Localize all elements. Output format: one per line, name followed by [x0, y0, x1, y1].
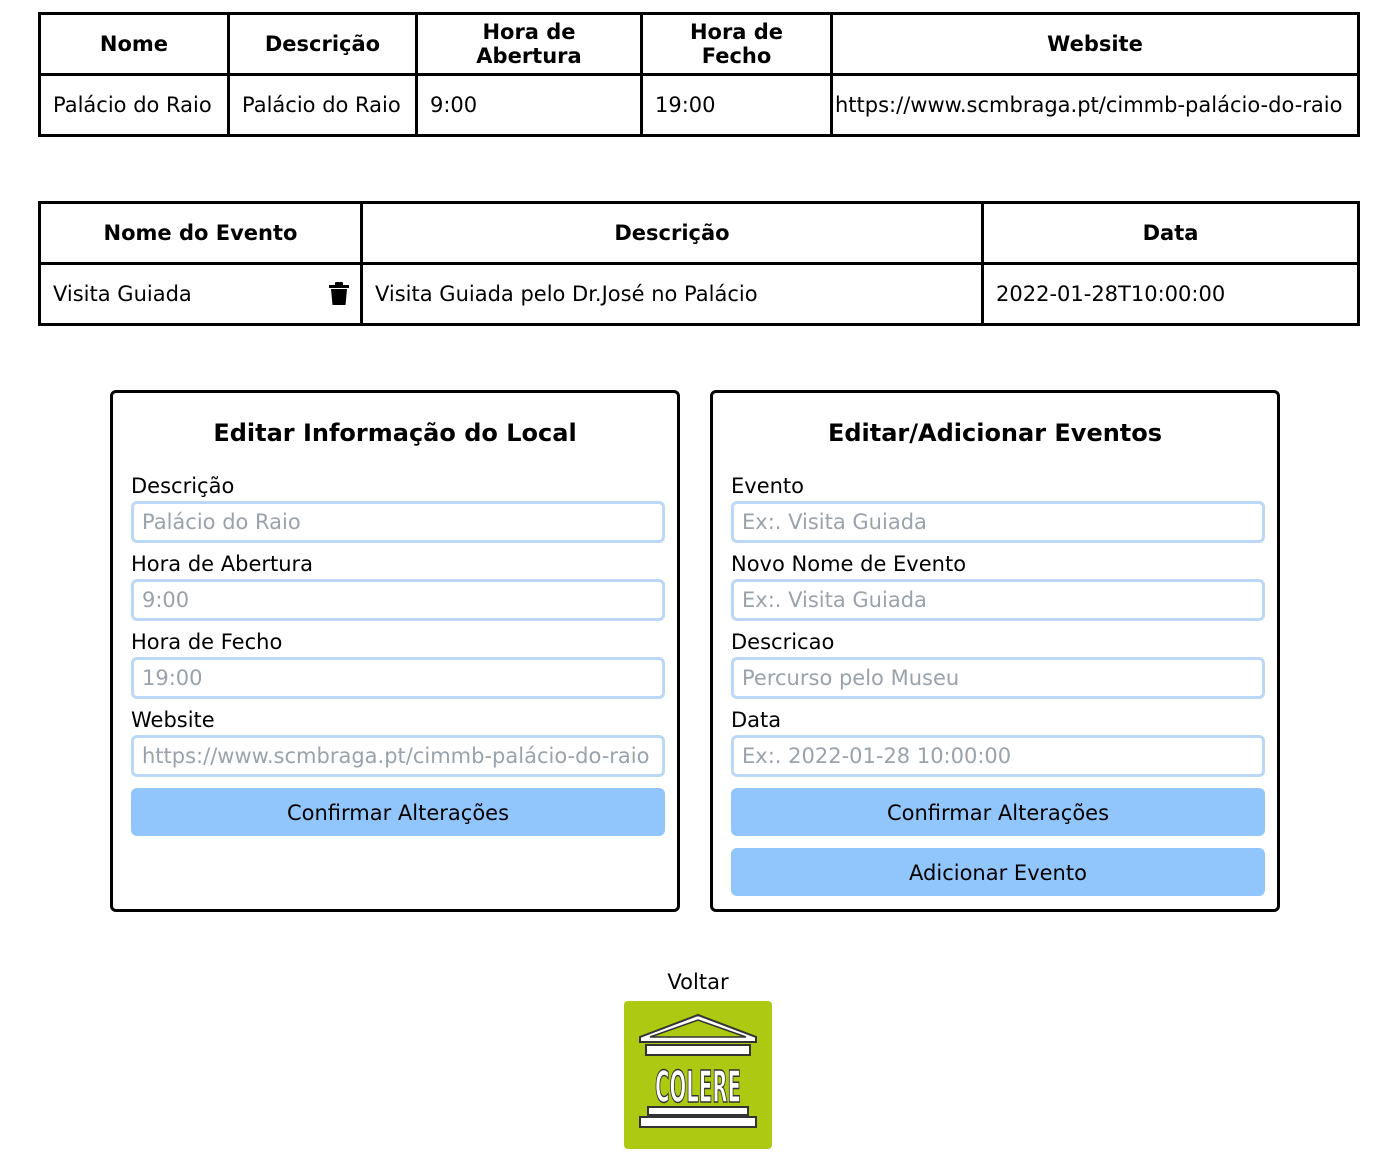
logo-text: COLERE	[655, 1062, 741, 1113]
column-header: Descrição	[227, 12, 418, 76]
local-name-cell: Palácio do Raio	[38, 73, 230, 137]
field-label: Website	[131, 708, 215, 732]
closing-hour-field: Hora de Fecho	[131, 627, 665, 699]
description-field: Descrição	[131, 471, 665, 543]
field-label: Evento	[731, 474, 805, 498]
trash-icon[interactable]	[328, 282, 350, 306]
colere-logo[interactable]: COLERE	[624, 1001, 772, 1149]
table-row: Visita Guiada Visita Guiada pelo Dr.José…	[38, 262, 1360, 326]
description-input[interactable]	[131, 501, 665, 543]
field-label: Novo Nome de Evento	[731, 552, 967, 576]
event-name-cell: Visita Guiada	[38, 262, 363, 326]
column-header: Website	[830, 12, 1360, 76]
event-description-field: Descricao	[731, 627, 1265, 699]
confirm-event-changes-button[interactable]: Confirmar Alterações	[731, 788, 1265, 836]
local-description-cell: Palácio do Raio	[227, 73, 418, 137]
table-header-row: Nome Descrição Hora de Abertura Hora de …	[38, 12, 1360, 76]
add-event-button[interactable]: Adicionar Evento	[731, 848, 1265, 896]
event-input[interactable]	[731, 501, 1265, 543]
edit-local-card: Editar Informação do Local Descrição Hor…	[110, 390, 680, 912]
column-header: Hora de Fecho	[640, 12, 833, 76]
opening-hour-input[interactable]	[131, 579, 665, 621]
local-closing-hour-cell: 19:00	[640, 73, 833, 137]
column-header: Nome	[38, 12, 230, 76]
closing-hour-input[interactable]	[131, 657, 665, 699]
event-date-field: Data	[731, 705, 1265, 777]
table-header-row: Nome do Evento Descrição Data	[38, 201, 1360, 265]
event-description-cell: Visita Guiada pelo Dr.José no Palácio	[360, 262, 984, 326]
field-label: Hora de Abertura	[131, 552, 314, 576]
edit-local-title: Editar Informação do Local	[213, 419, 577, 447]
event-date-input[interactable]	[731, 735, 1265, 777]
local-opening-hour-cell: 9:00	[415, 73, 643, 137]
field-label: Descricao	[731, 630, 835, 654]
field-label: Data	[731, 708, 782, 732]
edit-events-title: Editar/Adicionar Eventos	[827, 419, 1163, 447]
confirm-local-changes-button[interactable]: Confirmar Alterações	[131, 788, 665, 836]
event-description-input[interactable]	[731, 657, 1265, 699]
local-website-cell: https://www.scmbraga.pt/cimmb-palácio-do…	[830, 73, 1360, 137]
edit-events-card: Editar/Adicionar Eventos Evento Novo Nom…	[710, 390, 1280, 912]
website-field: Website	[131, 705, 665, 777]
event-field: Evento	[731, 471, 1265, 543]
new-event-name-field: Novo Nome de Evento	[731, 549, 1265, 621]
event-date-cell: 2022-01-28T10:00:00	[981, 262, 1360, 326]
column-header: Data	[981, 201, 1360, 265]
field-label: Descrição	[131, 474, 235, 498]
column-header: Hora de Abertura	[415, 12, 643, 76]
new-event-name-input[interactable]	[731, 579, 1265, 621]
website-input[interactable]	[131, 735, 665, 777]
opening-hour-field: Hora de Abertura	[131, 549, 665, 621]
column-header: Descrição	[360, 201, 984, 265]
back-link[interactable]: Voltar	[0, 970, 1396, 994]
museum-logo-icon: COLERE	[624, 1001, 772, 1149]
field-label: Hora de Fecho	[131, 630, 283, 654]
table-row: Palácio do Raio Palácio do Raio 9:00 19:…	[38, 73, 1360, 137]
column-header: Nome do Evento	[38, 201, 363, 265]
events-table: Nome do Evento Descrição Data Visita Gui…	[38, 201, 1360, 326]
local-info-table: Nome Descrição Hora de Abertura Hora de …	[38, 12, 1360, 137]
event-name: Visita Guiada	[53, 282, 192, 306]
